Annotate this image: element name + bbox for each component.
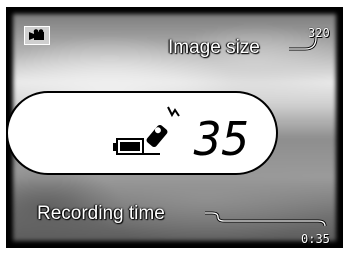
image-size-value: 320 <box>308 26 330 40</box>
image-size-callout: Image size <box>168 37 260 58</box>
data-panel-enlarged: 35 <box>6 91 278 175</box>
movie-camera-icon <box>24 26 50 45</box>
frame-counter-display: 35 <box>193 112 249 166</box>
frame-counter: 35 <box>193 112 249 166</box>
recording-time-callout: Recording time <box>37 203 165 224</box>
recording-time-value: 0:35 <box>301 232 330 246</box>
